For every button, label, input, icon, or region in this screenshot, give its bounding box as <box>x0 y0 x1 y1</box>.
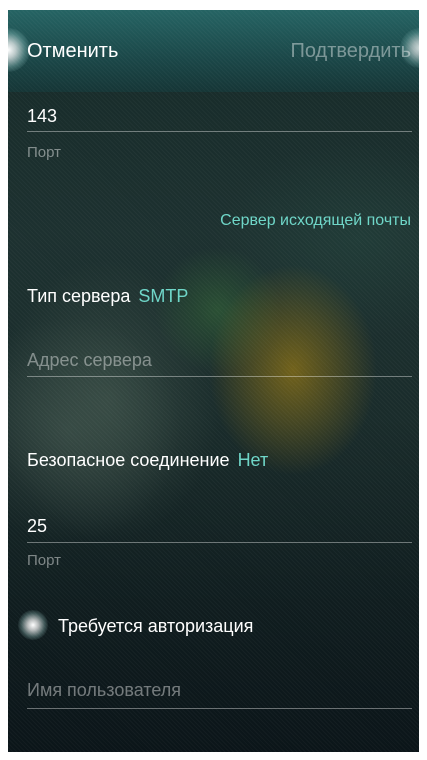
secure-connection-label: Безопасное соединение <box>27 450 230 470</box>
username-underline <box>27 708 412 709</box>
server-address-underline <box>27 376 412 377</box>
cancel-button[interactable]: Отменить <box>27 40 118 63</box>
secure-connection-selector[interactable]: Безопасное соединение Нет <box>27 450 268 471</box>
outgoing-port-hint: Порт <box>27 552 62 569</box>
server-type-selector[interactable]: Тип сервера SMTP <box>27 286 188 307</box>
auth-required-label[interactable]: Требуется авторизация <box>58 616 253 637</box>
outgoing-server-section-title: Сервер исходящей почты <box>220 212 411 229</box>
incoming-port-input[interactable]: 143 <box>27 106 57 127</box>
confirm-button[interactable]: Подтвердить <box>291 40 412 63</box>
incoming-port-hint: Порт <box>27 144 62 161</box>
username-input[interactable]: Имя пользователя <box>27 680 181 701</box>
server-type-value: SMTP <box>138 286 189 306</box>
outgoing-port-input[interactable]: 25 <box>27 516 47 537</box>
outgoing-port-underline <box>27 542 412 543</box>
auth-checkbox-icon[interactable] <box>18 610 48 640</box>
mail-settings-screen: Отменить Подтвердить 143 Порт Сервер исх… <box>8 10 419 752</box>
incoming-port-underline <box>27 131 412 132</box>
server-type-label: Тип сервера <box>27 286 131 306</box>
server-address-input[interactable]: Адрес сервера <box>27 350 152 371</box>
secure-connection-value: Нет <box>237 450 269 470</box>
